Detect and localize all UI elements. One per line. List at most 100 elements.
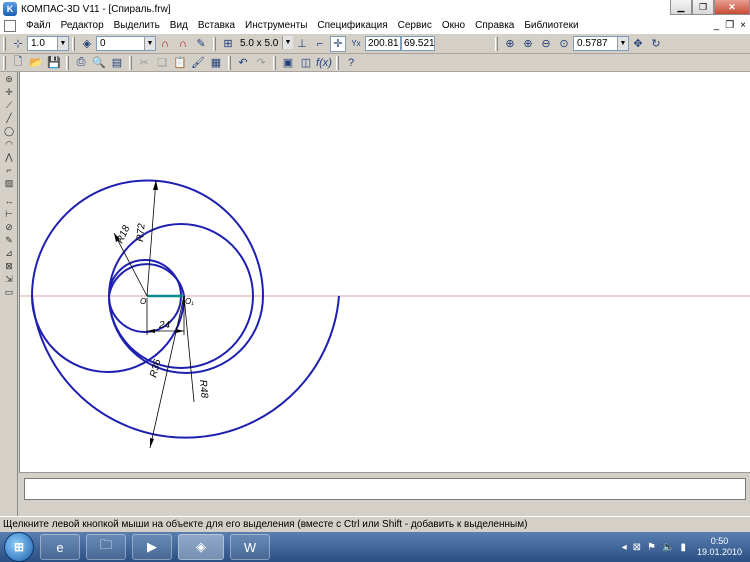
undo-icon[interactable]: ↶ bbox=[235, 55, 251, 71]
linear-dimension-icon[interactable]: ⊢ bbox=[1, 208, 17, 220]
zoom-combo[interactable]: 0.5787 ▼ bbox=[573, 36, 629, 51]
toolbar-grip[interactable] bbox=[3, 36, 6, 51]
ortho-mode-icon[interactable]: ⌐ bbox=[312, 36, 328, 52]
power-icon[interactable]: ▮ bbox=[680, 542, 686, 553]
paste-icon[interactable]: 📋 bbox=[172, 55, 188, 71]
chamfer-icon[interactable]: ⌐ bbox=[1, 164, 17, 176]
document-icon[interactable] bbox=[4, 19, 16, 32]
menu-help[interactable]: Справка bbox=[470, 20, 519, 31]
network-icon[interactable]: ⊠ bbox=[633, 542, 641, 553]
coord-x-field[interactable]: 200.81 bbox=[365, 36, 401, 51]
volume-icon[interactable]: 🔈 bbox=[662, 542, 674, 553]
pan-icon[interactable]: ✥ bbox=[630, 36, 646, 52]
maximize-button[interactable]: ❐ bbox=[692, 0, 714, 15]
doc-restore-button[interactable]: ❐ bbox=[725, 20, 734, 31]
menu-select[interactable]: Выделить bbox=[109, 20, 165, 31]
magnet-snap-icon[interactable]: ∩ bbox=[157, 36, 173, 52]
layer-icon[interactable]: ◈ bbox=[79, 36, 95, 52]
flag-icon[interactable]: ⚑ bbox=[647, 542, 656, 553]
zoom-scale-icon[interactable]: ⊙ bbox=[556, 36, 572, 52]
menu-service[interactable]: Сервис bbox=[393, 20, 437, 31]
drawing-canvas[interactable]: R18 R72 R36 R48 24 O O₁ bbox=[19, 72, 750, 472]
menu-view[interactable]: Вид bbox=[165, 20, 193, 31]
menu-window[interactable]: Окно bbox=[437, 20, 470, 31]
toolbar-grip[interactable] bbox=[3, 55, 6, 70]
refresh-icon[interactable]: ↻ bbox=[648, 36, 664, 52]
designations-icon[interactable]: ⊘ bbox=[1, 221, 17, 233]
geometry-icon[interactable]: ⊚ bbox=[1, 73, 17, 85]
dimensions-icon[interactable]: ↔ bbox=[1, 195, 17, 207]
menu-tools[interactable]: Инструменты bbox=[240, 20, 312, 31]
tray-arrow-icon[interactable]: ◂ bbox=[622, 542, 627, 553]
toolbar-separator bbox=[336, 55, 339, 70]
measure-icon[interactable]: ⊠ bbox=[1, 260, 17, 272]
menu-libraries[interactable]: Библиотеки bbox=[519, 20, 583, 31]
segment-icon[interactable]: ╱ bbox=[1, 112, 17, 124]
menu-editor[interactable]: Редактор bbox=[56, 20, 109, 31]
magnet-local-icon[interactable]: ∩ bbox=[175, 36, 191, 52]
grid-step-value: 5.0 x 5.0 bbox=[240, 38, 279, 49]
line-scale-icon[interactable]: ⊹ bbox=[10, 36, 26, 52]
minimize-button[interactable]: ▁ bbox=[670, 0, 692, 15]
chevron-down-icon[interactable]: ▼ bbox=[144, 37, 155, 50]
menu-specification[interactable]: Спецификация bbox=[312, 20, 392, 31]
ie-taskbar-icon[interactable]: e bbox=[40, 534, 80, 560]
coord-y-field[interactable]: 69.521 bbox=[401, 36, 435, 51]
circle-icon[interactable]: ◯ bbox=[1, 125, 17, 137]
chevron-down-icon[interactable]: ▼ bbox=[617, 37, 628, 50]
open-folder-icon[interactable]: 📂 bbox=[28, 55, 44, 71]
layer-combo[interactable]: 0 ▼ bbox=[96, 36, 156, 51]
media-player-taskbar-icon[interactable]: ▶ bbox=[132, 534, 172, 560]
explorer-taskbar-icon[interactable]: 🗀 bbox=[86, 534, 126, 560]
grid-step-combo[interactable]: 5.0 x 5.0 ▼ bbox=[237, 36, 293, 51]
line-scale-combo[interactable]: 1.0 ▼ bbox=[27, 36, 69, 51]
parametrization-icon[interactable]: ⊿ bbox=[1, 247, 17, 259]
start-button[interactable]: ⊞ bbox=[4, 532, 34, 562]
kompas-taskbar-icon[interactable]: ◈ bbox=[178, 534, 224, 560]
menu-insert[interactable]: Вставка bbox=[193, 20, 240, 31]
polyline-icon[interactable]: ⋀ bbox=[1, 151, 17, 163]
select-icon[interactable]: ⇲ bbox=[1, 273, 17, 285]
arc-icon[interactable]: ◠ bbox=[1, 138, 17, 150]
zoom-in-icon[interactable]: ⊕ bbox=[520, 36, 536, 52]
grid-icon[interactable]: ⊞ bbox=[220, 36, 236, 52]
property-panel bbox=[19, 472, 750, 516]
close-button[interactable]: ✕ bbox=[714, 0, 750, 15]
format-painter-icon[interactable]: 🖌 bbox=[190, 55, 206, 71]
auxiliary-line-icon[interactable]: ⟋ bbox=[1, 99, 17, 111]
point-icon[interactable]: ✛ bbox=[1, 86, 17, 98]
chevron-down-icon[interactable]: ▼ bbox=[57, 37, 68, 50]
zoom-out-icon[interactable]: ⊖ bbox=[538, 36, 554, 52]
variables-icon[interactable]: f(x) bbox=[316, 55, 332, 71]
edit-icon[interactable]: ✎ bbox=[1, 234, 17, 246]
drawing-svg[interactable]: R18 R72 R36 R48 24 O O₁ bbox=[20, 72, 750, 472]
cut-icon[interactable]: ✂ bbox=[136, 55, 152, 71]
hatch-icon[interactable]: ▨ bbox=[1, 177, 17, 189]
zoom-window-icon[interactable]: ⊕ bbox=[502, 36, 518, 52]
toolbar-separator bbox=[495, 36, 498, 51]
tree-icon[interactable]: ▣ bbox=[280, 55, 296, 71]
library-manager-icon[interactable]: ▦ bbox=[208, 55, 224, 71]
layers-icon[interactable]: ◫ bbox=[298, 55, 314, 71]
new-document-icon[interactable]: 🗋 bbox=[10, 55, 26, 71]
pen-icon[interactable]: ✎ bbox=[193, 36, 209, 52]
local-cs-icon[interactable]: ⊥ bbox=[294, 36, 310, 52]
chevron-down-icon[interactable]: ▼ bbox=[282, 36, 293, 49]
document-controls: _ ❐ × bbox=[714, 20, 746, 31]
word-taskbar-icon[interactable]: W bbox=[230, 534, 270, 560]
print-icon[interactable]: ⎙ bbox=[73, 55, 89, 71]
status-bar: Щелкните левой кнопкой мыши на объекте д… bbox=[0, 516, 750, 532]
doc-minimize-button[interactable]: _ bbox=[714, 20, 720, 31]
help-pointer-icon[interactable]: ? bbox=[343, 55, 359, 71]
properties-icon[interactable]: ▤ bbox=[109, 55, 125, 71]
copy-icon[interactable]: ❏ bbox=[154, 55, 170, 71]
redo-icon[interactable]: ↷ bbox=[253, 55, 269, 71]
menu-file[interactable]: Файл bbox=[21, 20, 56, 31]
clock[interactable]: 0:50 19.01.2010 bbox=[697, 536, 742, 558]
spec-icon[interactable]: ▭ bbox=[1, 286, 17, 298]
save-icon[interactable]: 💾 bbox=[46, 55, 62, 71]
print-preview-icon[interactable]: 🔍 bbox=[91, 55, 107, 71]
command-input-field[interactable] bbox=[24, 478, 746, 500]
doc-close-button[interactable]: × bbox=[740, 20, 746, 31]
cursor-mode-icon[interactable]: ✛ bbox=[330, 35, 346, 52]
